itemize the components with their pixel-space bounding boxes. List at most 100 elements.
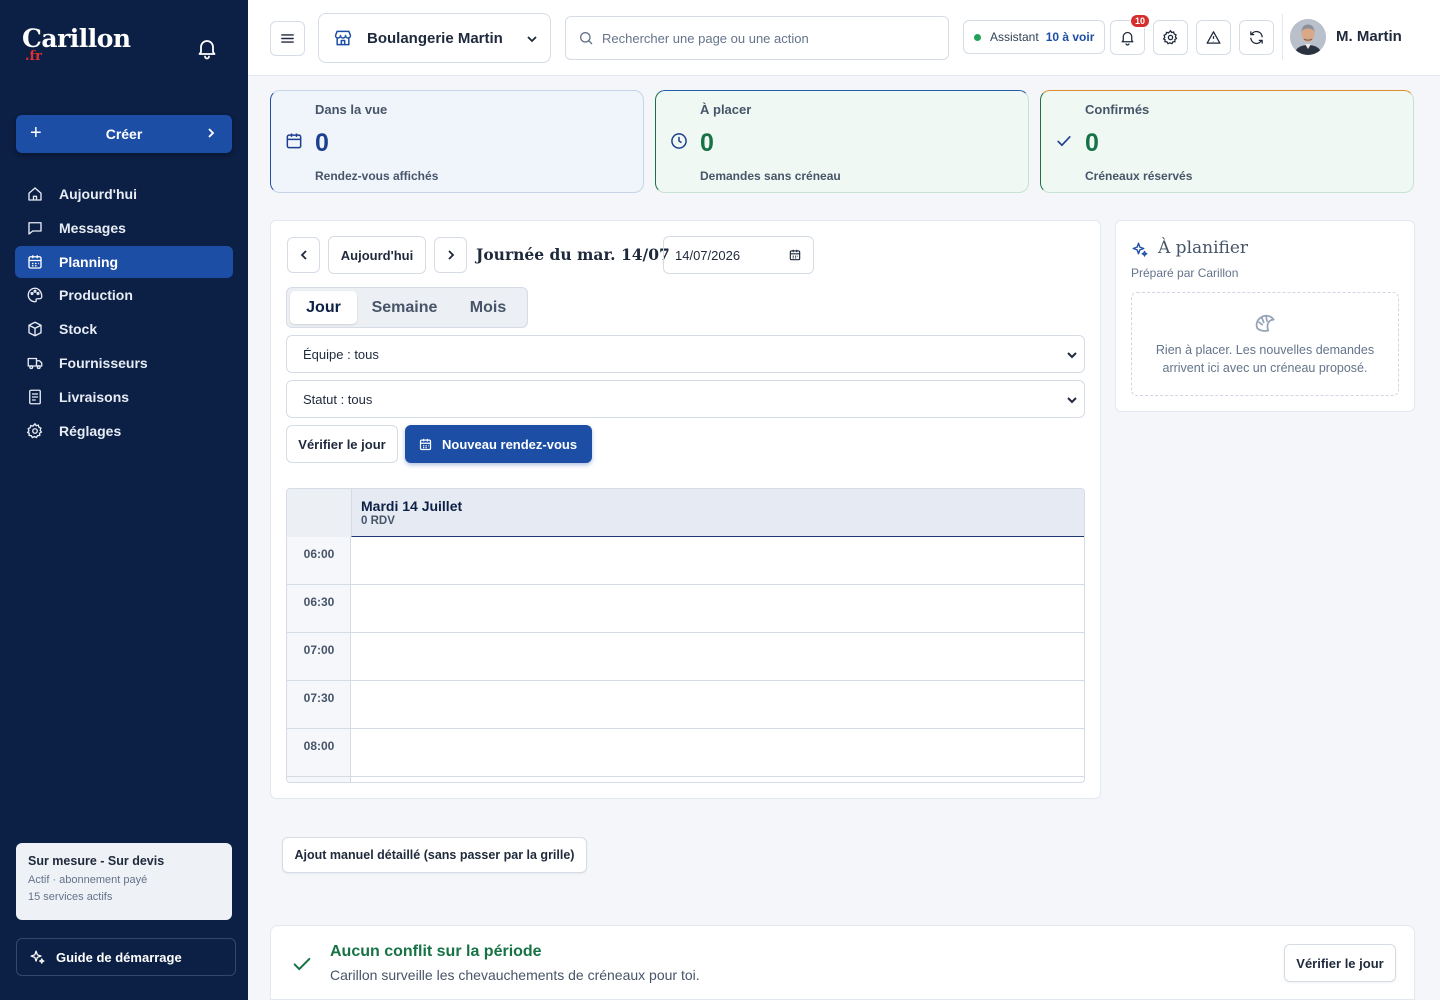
sidebar-item-deliveries[interactable]: Livraisons [15,381,233,413]
sidebar-item-planning[interactable]: Planning [15,245,233,278]
sidebar-item-label: Livraisons [59,388,130,405]
new-appointment-button[interactable]: Nouveau rendez-vous [405,425,592,463]
search-input[interactable] [602,30,922,46]
stat-label: Dans la vue [315,102,388,117]
croissant-icon [1255,314,1275,332]
settings-button[interactable] [1153,20,1188,55]
brand-logo[interactable]: Carillon .fr [22,24,131,64]
stat-subtitle: Demandes sans créneau [700,169,841,183]
alerts-button[interactable] [1196,20,1231,55]
document-icon [29,389,41,405]
to-plan-subtitle: Préparé par Carillon [1131,266,1239,280]
slot-time: 06:30 [303,595,335,609]
empty-line-2: arrivent ici avec un créneau proposé. [1162,361,1368,376]
getting-started-button[interactable]: Guide de démarrage [16,938,236,976]
slot-time: 06:00 [303,547,335,561]
store-icon [334,30,352,46]
time-slot[interactable]: 06:30 [287,585,1084,633]
plan-title: Sur mesure - Sur devis [28,854,165,868]
time-slot[interactable]: 08:00 [287,729,1084,777]
new-appointment-label: Nouveau rendez-vous [442,436,578,452]
sidebar-item-label: Production [59,287,133,304]
sidebar-item-messages[interactable]: Messages [15,212,233,244]
previous-day-button[interactable] [287,237,320,273]
stat-to-place: À placer 0 Demandes sans créneau [655,90,1029,193]
plus-icon: + [30,122,42,144]
user-name[interactable]: M. Martin [1336,28,1402,45]
refresh-icon [1250,30,1263,45]
date-picker[interactable]: 14/07/2026 [663,236,814,274]
to-plan-panel: À planifier Préparé par Carillon Rien à … [1115,220,1415,412]
calendar-icon [28,254,42,269]
check-icon [293,957,311,971]
time-slot[interactable]: 06:00 [287,537,1084,585]
sidebar: Carillon .fr + Créer Aujourd'hui Message… [0,0,248,1000]
store-selector[interactable]: Boulangerie Martin [318,13,551,63]
tab-day[interactable]: Jour [290,291,357,324]
calendar-icon [419,438,432,450]
check-day-button[interactable]: Vérifier le jour [1284,944,1396,982]
clock-icon [671,133,687,149]
status-filter-select[interactable]: Statut : tous [286,380,1085,418]
sidebar-item-label: Planning [59,253,119,270]
stat-value: 0 [1085,129,1099,157]
tab-week[interactable]: Semaine [362,291,447,324]
stat-label: À placer [700,102,752,117]
truck-icon [27,357,43,370]
stat-subtitle: Créneaux réservés [1085,169,1193,183]
assistant-count: 10 à voir [1045,30,1095,44]
sidebar-item-production[interactable]: Production [15,279,233,311]
gear-icon [1162,29,1178,45]
team-filter-select[interactable]: Équipe : tous [286,335,1085,373]
user-photo-icon [1290,19,1326,55]
sidebar-item-label: Aujourd'hui [59,186,137,202]
warning-icon [1206,31,1221,44]
slot-time: 07:30 [303,691,335,705]
subscription-card[interactable]: Sur mesure - Sur devis Actif · abonnemen… [16,843,232,920]
sidebar-item-stock[interactable]: Stock [15,313,233,345]
tab-month[interactable]: Mois [452,291,524,324]
refresh-button[interactable] [1239,20,1274,55]
conflict-subtitle: Carillon surveille les chevauchements de… [330,967,700,983]
conflict-banner: Aucun conflit sur la période Carillon su… [270,925,1415,1000]
home-icon [28,187,42,201]
date-value: 14/07/2026 [675,247,741,263]
create-button[interactable]: + Créer [16,115,232,153]
search-icon [580,32,593,45]
manual-add-button[interactable]: Ajout manuel détaillé (sans passer par l… [282,837,587,873]
time-slot[interactable]: 07:00 [287,633,1084,681]
calendar-icon [789,249,801,261]
day-column-header: Mardi 14 Juillet 0 RDV [351,489,1084,537]
planning-card: Aujourd'hui Journée du mar. 14/07 14/07/… [270,220,1101,799]
avatar[interactable] [1290,19,1326,55]
empty-state: Rien à placer. Les nouvelles demandes ar… [1131,292,1399,396]
hamburger-icon [281,34,294,43]
sidebar-item-label: Fournisseurs [59,354,148,371]
to-plan-title: À planifier [1158,238,1249,258]
notifications-button[interactable]: 10 [1110,14,1150,55]
next-day-button[interactable] [434,237,467,273]
stat-confirmed: Confirmés 0 Créneaux réservés [1040,90,1414,193]
sidebar-item-settings[interactable]: Réglages [15,415,233,447]
menu-button[interactable] [270,21,305,56]
sidebar-item-today[interactable]: Aujourd'hui [15,178,233,210]
plan-status: Actif · abonnement payé [28,874,148,886]
status-filter-value: Statut : tous [303,391,373,407]
bell-icon[interactable] [195,36,219,60]
check-icon [1057,136,1071,147]
assistant-button[interactable]: Assistant 10 à voir [963,20,1105,54]
guide-label: Guide de démarrage [56,949,182,965]
chevron-down-icon [1067,397,1077,404]
check-day-button[interactable]: Vérifier le jour [286,425,398,463]
today-button[interactable]: Aujourd'hui [328,236,426,274]
calendar-icon [286,133,302,149]
stat-label: Confirmés [1085,102,1150,117]
time-slot[interactable]: 07:30 [287,681,1084,729]
search-box[interactable] [565,16,949,60]
day-title: Journée du mar. 14/07 [476,245,670,264]
assistant-label: Assistant [990,30,1039,44]
view-switcher: Jour Semaine Mois [286,287,528,328]
sidebar-item-suppliers[interactable]: Fournisseurs [15,347,233,379]
sidebar-item-label: Messages [59,219,126,236]
grid-corner [287,489,351,537]
